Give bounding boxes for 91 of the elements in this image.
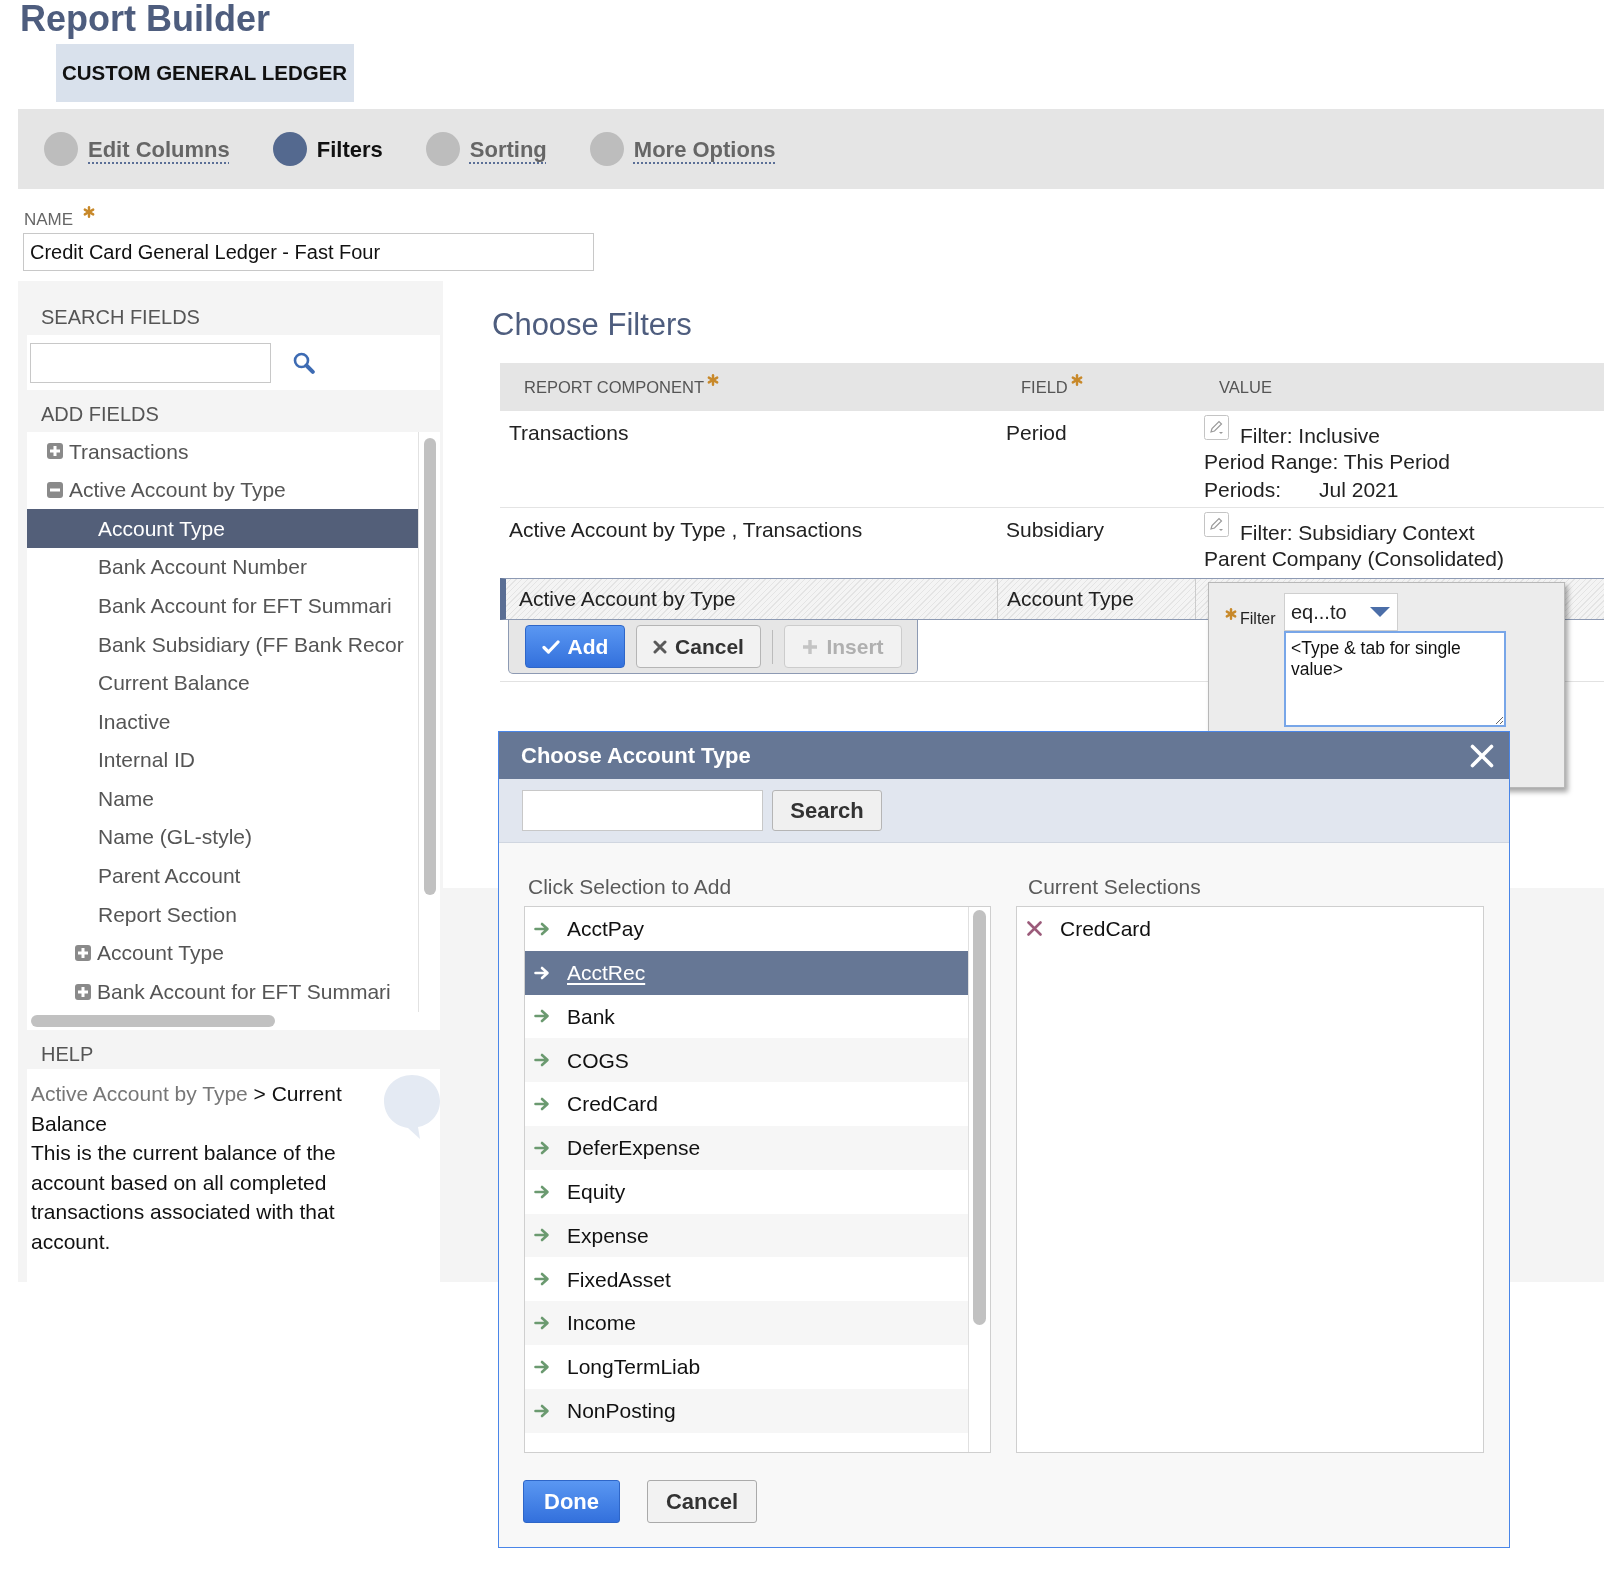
arrow-icon <box>534 1359 550 1374</box>
plus-box-icon[interactable] <box>75 983 91 1000</box>
table-cell: Period <box>1006 421 1067 444</box>
scrollbar-thumb[interactable] <box>973 910 986 1325</box>
tree-group[interactable]: Account Type <box>27 933 418 973</box>
tree-item[interactable]: Inactive <box>27 702 418 741</box>
filter-value-input[interactable]: <Type & tab for single value> <box>1284 631 1506 727</box>
tree-item[interactable]: Name <box>27 779 418 818</box>
filter-value-text: Filter: Subsidiary Context <box>1240 520 1475 545</box>
scrollbar-thumb[interactable] <box>423 438 436 895</box>
tree-item[interactable]: Bank Subsidiary (FF Bank Recor <box>27 624 418 664</box>
field-search-input[interactable] <box>30 342 271 383</box>
arrow-icon <box>534 1097 550 1112</box>
arrow-icon <box>534 1316 550 1331</box>
tree-item[interactable]: Internal ID <box>27 740 418 780</box>
arrow-icon <box>534 1403 550 1418</box>
account-type-option[interactable]: Income <box>525 1301 968 1345</box>
cancel-button[interactable]: Cancel <box>647 1480 757 1523</box>
column-header: FIELD <box>1021 376 1068 397</box>
tree-item[interactable]: Report Section <box>27 895 418 934</box>
caret-icon <box>1370 607 1390 617</box>
help-description: This is the current balance of the account based on all completed transactions associated with that account. <box>31 1140 337 1255</box>
arrow-icon <box>534 1272 550 1287</box>
help-breadcrumb: Active Account by Type > Current Balance <box>31 1081 343 1137</box>
step-tab[interactable]: Edit Columns <box>44 132 230 166</box>
name-input[interactable]: Credit Card General Ledger - Fast Four <box>23 233 594 271</box>
arrow-icon <box>534 1184 550 1199</box>
field-label: NAME <box>24 210 74 230</box>
tree-item[interactable]: Bank Account for EFT Summari <box>27 586 418 625</box>
section-heading: HELP <box>41 1042 94 1066</box>
dialog-title: Choose Account Type <box>521 742 751 770</box>
filter-value-text: Filter: Inclusive <box>1240 423 1381 448</box>
pencil-icon[interactable] <box>1204 512 1229 537</box>
search-icon[interactable] <box>293 351 315 374</box>
check-icon <box>541 639 560 654</box>
scrollbar-thumb[interactable] <box>31 1015 275 1027</box>
list-heading: Current Selections <box>1028 874 1201 900</box>
add-button[interactable]: Add <box>525 625 625 668</box>
done-button[interactable]: Done <box>523 1480 620 1523</box>
close-icon[interactable] <box>1470 743 1494 768</box>
step-tab[interactable]: Filters <box>272 132 383 166</box>
tree-group[interactable]: Bank Account for EFT Summari <box>27 972 418 1011</box>
step-tab[interactable]: More Options <box>589 132 776 166</box>
plus-box-icon[interactable] <box>75 945 91 961</box>
plus-icon <box>802 638 819 655</box>
tree-item[interactable]: Bank Account Number <box>27 547 418 587</box>
table-cell: Transactions <box>509 421 629 444</box>
table-cell: Active Account by Type , Transactions <box>509 518 863 541</box>
tree-item[interactable]: Name (GL-style) <box>27 817 418 857</box>
filter-value-text: Parent Company (Consolidated) <box>1204 546 1504 572</box>
tree-item[interactable]: Account Type <box>27 509 418 548</box>
tree-group[interactable]: Transactions <box>27 432 418 471</box>
account-type-option[interactable]: Expense <box>525 1213 968 1258</box>
report-type-label: CUSTOM GENERAL LEDGER <box>56 44 354 102</box>
operator-dropdown[interactable]: eq...to <box>1284 593 1398 631</box>
account-type-option[interactable]: DeferExpense <box>525 1126 968 1170</box>
tree-item[interactable]: Parent Account <box>27 856 418 896</box>
tree-group[interactable]: Active Account by Type <box>27 470 418 510</box>
table-cell-text: Account Type <box>1007 586 1134 613</box>
dialog-search-input[interactable] <box>522 790 763 831</box>
plus-box-icon[interactable] <box>47 443 63 460</box>
filter-value-text: Jul 2021 <box>1319 477 1399 503</box>
column-header: VALUE <box>1219 376 1272 397</box>
arrow-icon <box>534 1140 550 1155</box>
arrow-icon <box>534 965 550 980</box>
arrow-icon <box>534 1009 550 1024</box>
section-heading: SEARCH FIELDS <box>41 305 200 329</box>
selected-option[interactable]: CredCard <box>1017 907 1483 951</box>
pencil-icon[interactable] <box>1204 415 1229 440</box>
table-cell-text: Active Account by Type <box>519 586 736 613</box>
section-title: Choose Filters <box>492 307 692 343</box>
section-heading: ADD FIELDS <box>41 402 159 426</box>
filter-value-text: Periods: <box>1204 477 1282 503</box>
account-type-option[interactable]: AcctRec <box>525 950 968 995</box>
remove-icon[interactable] <box>1027 921 1042 937</box>
arrow-icon <box>534 1228 550 1243</box>
list-heading: Click Selection to Add <box>528 874 732 900</box>
table-cell: Subsidiary <box>1006 518 1105 541</box>
search-button[interactable]: Search <box>772 790 882 831</box>
step-tab[interactable]: Sorting <box>425 132 547 166</box>
account-type-option[interactable]: NonPosting <box>525 1388 968 1433</box>
x-icon <box>653 639 668 654</box>
page-title: Report Builder <box>20 0 270 40</box>
tree-item[interactable]: Current Balance <box>27 663 418 703</box>
minus-box-icon[interactable] <box>47 481 63 498</box>
filter-value-text: Period Range: This Period <box>1204 449 1450 475</box>
arrow-icon <box>534 1053 550 1068</box>
account-type-option[interactable]: COGS <box>525 1038 968 1083</box>
column-header: REPORT COMPONENT <box>524 376 704 397</box>
cancel-button[interactable]: Cancel <box>636 625 761 668</box>
arrow-icon <box>534 921 550 936</box>
